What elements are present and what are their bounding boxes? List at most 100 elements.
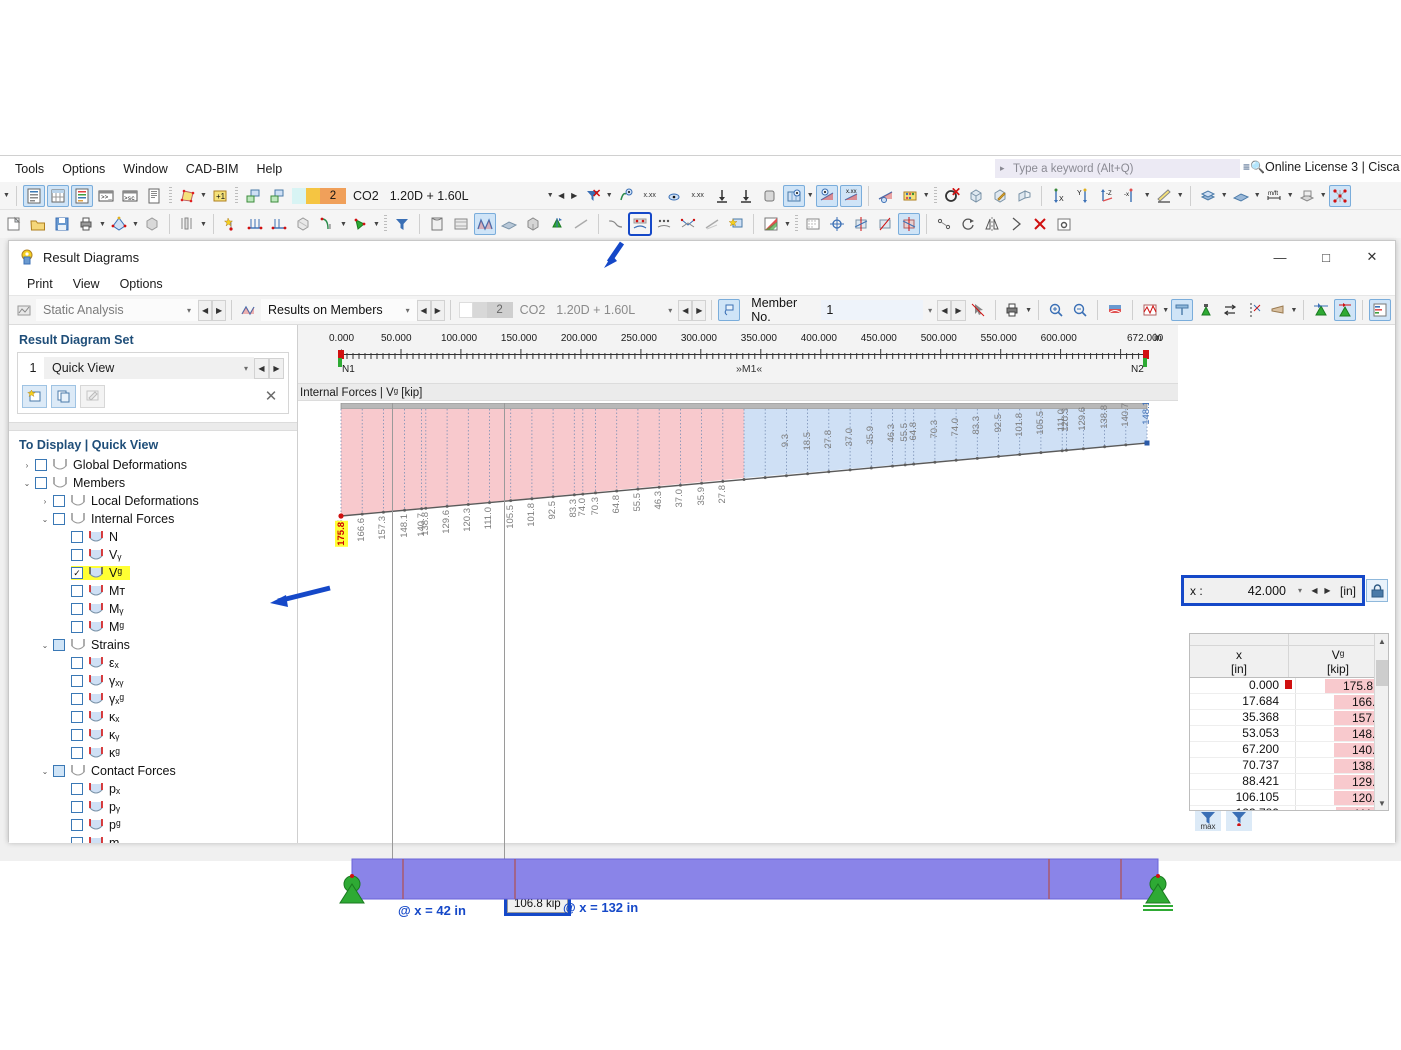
- console-icon[interactable]: >>_: [95, 185, 117, 207]
- new-window-icon[interactable]: [725, 213, 747, 235]
- menu-item-cad-bim[interactable]: CAD-BIM: [177, 159, 248, 179]
- tree-item-[interactable]: κᶢ: [13, 744, 297, 762]
- table-row[interactable]: 17.684166.6: [1190, 694, 1388, 710]
- nodes-display-icon[interactable]: [1329, 185, 1351, 207]
- tree-expander-icon[interactable]: ⌄: [37, 515, 53, 524]
- axis-z-icon[interactable]: -Z: [1096, 185, 1118, 207]
- delete-red-x-icon[interactable]: [1029, 213, 1051, 235]
- checkbox-contactforces[interactable]: [53, 765, 65, 777]
- filter-delete-icon[interactable]: ✕: [582, 185, 604, 207]
- delete-3d-icon[interactable]: [141, 213, 163, 235]
- results-table-scrollbar[interactable]: ▲ ▼: [1374, 634, 1388, 810]
- zoom-in-icon[interactable]: [1045, 299, 1067, 321]
- diagram-style-icon[interactable]: [1104, 299, 1126, 321]
- scroll-down-icon[interactable]: ▼: [1375, 796, 1389, 810]
- tree-item-p[interactable]: pᶢ: [13, 816, 297, 834]
- analysis-type-select[interactable]: Static Analysis ▾: [36, 299, 198, 321]
- axis-y-icon[interactable]: Y: [1072, 185, 1094, 207]
- model-view-icon[interactable]: [108, 213, 130, 235]
- scrollbar-thumb[interactable]: [1376, 660, 1388, 686]
- support-marker-icon[interactable]: [1195, 299, 1217, 321]
- add-plate-icon[interactable]: +1: [209, 185, 231, 207]
- keyword-search-input[interactable]: Type a keyword (Alt+Q): [995, 159, 1240, 178]
- chevron-down-icon[interactable]: ▾: [1292, 586, 1308, 595]
- delete-set-button[interactable]: ✕: [258, 385, 284, 408]
- filter-point-button[interactable]: [1226, 811, 1252, 831]
- checkbox-[interactable]: [71, 693, 83, 705]
- set-prev-button[interactable]: ◀: [254, 358, 269, 379]
- menu-item-view[interactable]: View: [63, 275, 110, 293]
- tree-expander-icon[interactable]: ⌄: [19, 479, 35, 488]
- tree-item-[interactable]: γₓᵧ: [13, 672, 297, 690]
- scale-icon[interactable]: [1005, 213, 1027, 235]
- mirror-icon[interactable]: [981, 213, 1003, 235]
- set-next-button[interactable]: ▶: [269, 358, 284, 379]
- grid-view-icon[interactable]: [450, 213, 472, 235]
- filter-max-button[interactable]: max: [1195, 811, 1221, 831]
- work-plane-xy-icon[interactable]: [850, 213, 872, 235]
- tree-item-m[interactable]: Mᵧ: [13, 600, 297, 618]
- move-copy-icon[interactable]: [933, 213, 955, 235]
- section-view-icon[interactable]: [426, 213, 448, 235]
- menu-item-window[interactable]: Window: [114, 159, 176, 179]
- x-value-input[interactable]: 42.000: [1209, 584, 1292, 598]
- checkbox-m[interactable]: [71, 603, 83, 615]
- units-icon[interactable]: m/ft: [1263, 185, 1285, 207]
- new-set-button[interactable]: [22, 385, 47, 408]
- x-prev-button[interactable]: ◀: [1308, 581, 1321, 601]
- solid-icon[interactable]: [759, 185, 781, 207]
- grid-snap-icon[interactable]: [802, 213, 824, 235]
- filter-dropdown[interactable]: [605, 185, 614, 207]
- surface-mesh-icon[interactable]: [176, 185, 198, 207]
- member-no-input[interactable]: 1: [821, 300, 922, 320]
- diagram-values-icon[interactable]: [1139, 299, 1161, 321]
- set-name-select[interactable]: Quick View ▾: [44, 357, 254, 379]
- tree-item-members[interactable]: ⌄Members: [13, 474, 297, 492]
- table-row[interactable]: 67.200140.7: [1190, 742, 1388, 758]
- tree-expander-icon[interactable]: ⌄: [37, 641, 53, 650]
- member-selector[interactable]: Member No. 1 ▾: [744, 300, 937, 320]
- select-member-icon[interactable]: [718, 299, 740, 321]
- nodal-support-icon[interactable]: [349, 213, 371, 235]
- load-combination-selector[interactable]: 2 CO2 1.20D + 1.60L: [292, 186, 546, 206]
- result-tables-icon[interactable]: [71, 185, 93, 207]
- result-diagram-on-member-icon[interactable]: [629, 213, 651, 235]
- checkbox-[interactable]: [71, 675, 83, 687]
- tree-item-[interactable]: γₓᶢ: [13, 690, 297, 708]
- show-hide-icon[interactable]: [663, 185, 685, 207]
- new-solid-icon[interactable]: [292, 213, 314, 235]
- chevron-down-icon[interactable]: ▾: [662, 306, 678, 315]
- plane-dropdown[interactable]: [1253, 185, 1262, 207]
- axis-dropdown[interactable]: [1143, 185, 1152, 207]
- layers-icon[interactable]: [1197, 185, 1219, 207]
- surface-dropdown[interactable]: [199, 185, 208, 207]
- open-model-icon[interactable]: [27, 213, 49, 235]
- checkbox-p[interactable]: [71, 801, 83, 813]
- cursor-line-x42[interactable]: [392, 403, 393, 873]
- member-props-dropdown[interactable]: [199, 213, 208, 235]
- member-values-icon[interactable]: x.xx: [840, 185, 862, 207]
- tree-item-localdeformations[interactable]: ›Local Deformations: [13, 492, 297, 510]
- results-next-button[interactable]: ▶: [431, 300, 445, 321]
- checkbox-[interactable]: [71, 729, 83, 741]
- flip-direction-icon[interactable]: [1219, 299, 1241, 321]
- print-dropdown[interactable]: [98, 213, 107, 235]
- work-plane-xz-icon[interactable]: [898, 213, 920, 235]
- checkbox-n[interactable]: [71, 531, 83, 543]
- table-row[interactable]: 35.368157.3: [1190, 710, 1388, 726]
- tree-item-v[interactable]: Vᵧ: [13, 546, 297, 564]
- support-reaction-icon[interactable]: [1310, 299, 1332, 321]
- color-scale-dropdown[interactable]: [783, 213, 792, 235]
- tree-item-n[interactable]: N: [13, 528, 297, 546]
- lock-x-button[interactable]: [1366, 579, 1388, 602]
- menu-item-options[interactable]: Options: [110, 275, 173, 293]
- new-member-icon[interactable]: [244, 213, 266, 235]
- render-dropdown[interactable]: [1176, 185, 1185, 207]
- tree-item-globaldeformations[interactable]: ›Global Deformations: [13, 456, 297, 474]
- navigator-icon[interactable]: [23, 185, 45, 207]
- xxx-value2-icon[interactable]: x.xx: [687, 185, 709, 207]
- filter-view-icon[interactable]: [391, 213, 413, 235]
- menu-item-help[interactable]: Help: [248, 159, 292, 179]
- tree-item-[interactable]: εₓ: [13, 654, 297, 672]
- tree-item-m[interactable]: Mᴛ: [13, 582, 297, 600]
